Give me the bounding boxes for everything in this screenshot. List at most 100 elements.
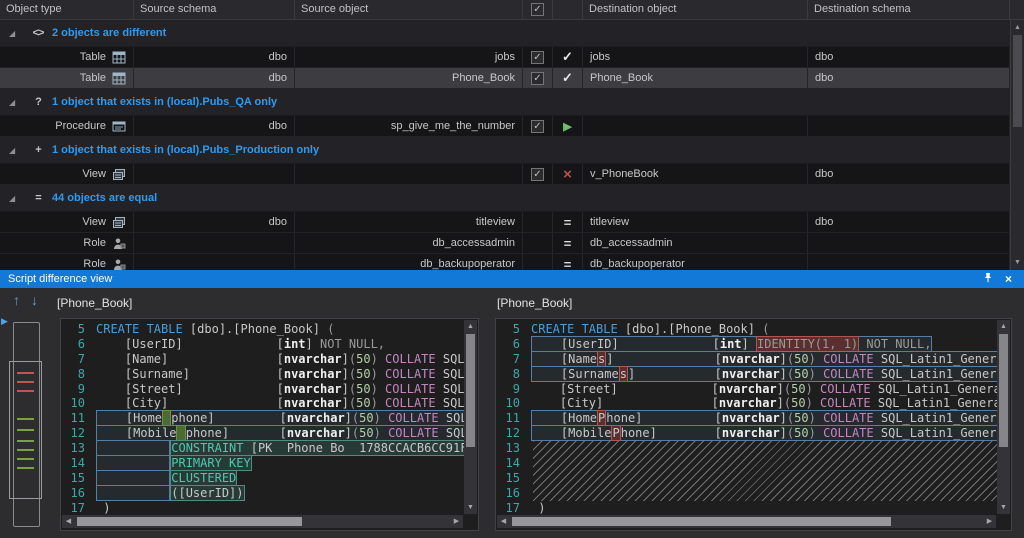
include-checkbox-cell (523, 212, 553, 232)
scroll-down-icon[interactable]: ▼ (1011, 256, 1024, 269)
line-number: 7 (512, 351, 520, 366)
close-icon[interactable]: × (1005, 272, 1012, 286)
removed-block-highlight: ([UserID]) (170, 484, 245, 501)
table-row[interactable]: Role db_backupoperator = db_backupoperator (0, 254, 1010, 270)
scroll-right-icon[interactable]: ▶ (450, 515, 463, 528)
destination-code-lines: 5 CREATE TABLE [dbo].[Phone_Book] (6 [Use… (496, 320, 997, 514)
include-checkbox[interactable]: ✓ (531, 50, 544, 64)
code-token: s (619, 366, 627, 381)
status-cell: = (553, 233, 583, 253)
destination-object-cell: db_backupoperator (583, 254, 808, 270)
line-number: 15 (505, 470, 520, 485)
code-token: ( (762, 322, 770, 336)
source-schema-cell: dbo (134, 68, 295, 88)
removed-block-highlight: PRIMARY KEY (170, 455, 252, 472)
code-token: ] (776, 396, 784, 411)
group-row[interactable]: ◢ = 44 objects are equal (0, 185, 1010, 212)
source-vertical-scrollbar[interactable]: ▲ ▼ (464, 320, 477, 514)
source-horizontal-scrollbar[interactable]: ◀ ▶ (62, 515, 463, 528)
status-check-icon: ✓ (562, 70, 573, 85)
code-token: [PK Phone Bo 1788CCACB6CC91F] (243, 441, 464, 456)
object-type-label: Role (83, 237, 106, 249)
line-number: 13 (505, 441, 520, 456)
code-line: 9 [Street] [nvarchar](50) COLLATE SQL_La (61, 382, 464, 397)
inline-removed-highlight (176, 425, 186, 442)
scroll-up-icon[interactable]: ▲ (1011, 21, 1024, 34)
removed-block-highlight: CONSTRAINT [PK Phone Bo 1788CCACB6CC91F] (170, 440, 464, 457)
group-row[interactable]: ◢ +1 object that exists in (local).Pubs_P… (0, 137, 1010, 164)
previous-difference-button[interactable]: ↑ (13, 292, 20, 308)
scroll-up-icon[interactable]: ▲ (997, 320, 1010, 333)
code-token: [ (276, 351, 284, 366)
code-token: [ (714, 426, 722, 441)
expand-triangle-icon[interactable]: ◢ (9, 29, 20, 38)
scroll-up-icon[interactable]: ▲ (464, 320, 477, 333)
code-token: [UserID] (96, 336, 277, 351)
code-token: COLLATE (823, 366, 874, 381)
object-type-cell: View (0, 212, 134, 232)
table-row[interactable]: Procedure dbo sp_give_me_the_number ✓ ▶ (0, 116, 1010, 137)
code-token: P (598, 411, 606, 426)
source-script-pane[interactable]: 5 CREATE TABLE [dbo].[Phone_Book] (6 [Use… (60, 318, 479, 531)
code-token: 50 (356, 381, 371, 396)
code-token: nvarchar (721, 426, 780, 441)
scrollbar-thumb[interactable] (999, 334, 1008, 447)
include-checkbox[interactable]: ✓ (531, 167, 544, 181)
code-token: [ (279, 426, 287, 441)
code-token: ] (776, 381, 784, 396)
code-token: SQL_La (445, 411, 464, 426)
minimap-position-pointer-icon: ▶ (1, 316, 8, 326)
scroll-left-icon[interactable]: ◀ (62, 515, 75, 528)
next-difference-button[interactable]: ↓ (31, 292, 38, 308)
scroll-down-icon[interactable]: ▼ (997, 501, 1010, 514)
column-header-destination-object[interactable]: Destination object (583, 0, 808, 19)
code-token: [Mobile (532, 426, 612, 441)
destination-script-pane[interactable]: 5 CREATE TABLE [dbo].[Phone_Book] (6 [Use… (495, 318, 1012, 531)
diff-line-box: [MobilePhone] [nvarchar](50) COLLATE SQL… (531, 425, 997, 442)
include-checkbox[interactable]: ✓ (531, 119, 544, 133)
line-number: 6 (77, 336, 85, 351)
expand-triangle-icon[interactable]: ◢ (9, 98, 20, 107)
code-token: [ (279, 411, 287, 426)
column-header-source-object[interactable]: Source object (295, 0, 523, 19)
table-row[interactable]: Table dbo jobs ✓ ✓ jobs dbo (0, 47, 1010, 68)
scrollbar-thumb[interactable] (77, 517, 302, 526)
select-all-checkbox[interactable]: ✓ (531, 3, 544, 16)
table-row[interactable]: Role db_accessadmin = db_accessadmin (0, 233, 1010, 254)
column-header-status[interactable] (553, 0, 583, 19)
column-header-include-checkbox[interactable]: ✓ (523, 0, 553, 19)
table-row[interactable]: Table dbo Phone_Book ✓ ✓ Phone_Book dbo (0, 68, 1010, 89)
table-row[interactable]: View dbo titleview = titleview dbo (0, 212, 1010, 233)
diff-placeholder-box (96, 455, 171, 472)
group-row[interactable]: ◢ <> 2 objects are different (0, 20, 1010, 47)
table-row[interactable]: View ✓ × v_PhoneBook dbo (0, 164, 1010, 185)
column-header-object-type[interactable]: Object type (0, 0, 134, 19)
expand-triangle-icon[interactable]: ◢ (9, 146, 20, 155)
column-header-source-schema[interactable]: Source schema (134, 0, 295, 19)
code-line: 14 PRIMARY KEY (61, 455, 464, 472)
include-checkbox[interactable]: ✓ (531, 71, 544, 85)
group-row[interactable]: ◢? 1 object that exists in (local).Pubs_Q… (0, 89, 1010, 116)
source-object-cell: db_accessadmin (295, 233, 523, 253)
destination-vertical-scrollbar[interactable]: ▲ ▼ (997, 320, 1010, 514)
grid-vertical-scrollbar[interactable]: ▲ ▼ (1010, 20, 1024, 270)
grid-scrollbar-thumb[interactable] (1013, 35, 1022, 127)
code-token: [ (276, 381, 284, 396)
line-number: 14 (505, 456, 520, 471)
scroll-down-icon[interactable]: ▼ (464, 501, 477, 514)
scroll-left-icon[interactable]: ◀ (497, 515, 510, 528)
destination-script-title: [Phone_Book] (497, 296, 573, 310)
pin-icon[interactable] (983, 272, 993, 287)
column-header-destination-schema[interactable]: Destination schema (808, 0, 1010, 19)
scrollbar-thumb[interactable] (466, 334, 475, 447)
status-play-icon: ▶ (563, 120, 572, 133)
expand-triangle-icon[interactable]: ◢ (9, 194, 20, 203)
code-token: [ (714, 366, 722, 381)
scrollbar-thumb[interactable] (512, 517, 892, 526)
scroll-right-icon[interactable]: ▶ (983, 515, 996, 528)
code-token: phone] (185, 426, 280, 441)
line-number: 10 (505, 396, 520, 411)
object-type-cell: Role (0, 233, 134, 253)
destination-horizontal-scrollbar[interactable]: ◀ ▶ (497, 515, 996, 528)
